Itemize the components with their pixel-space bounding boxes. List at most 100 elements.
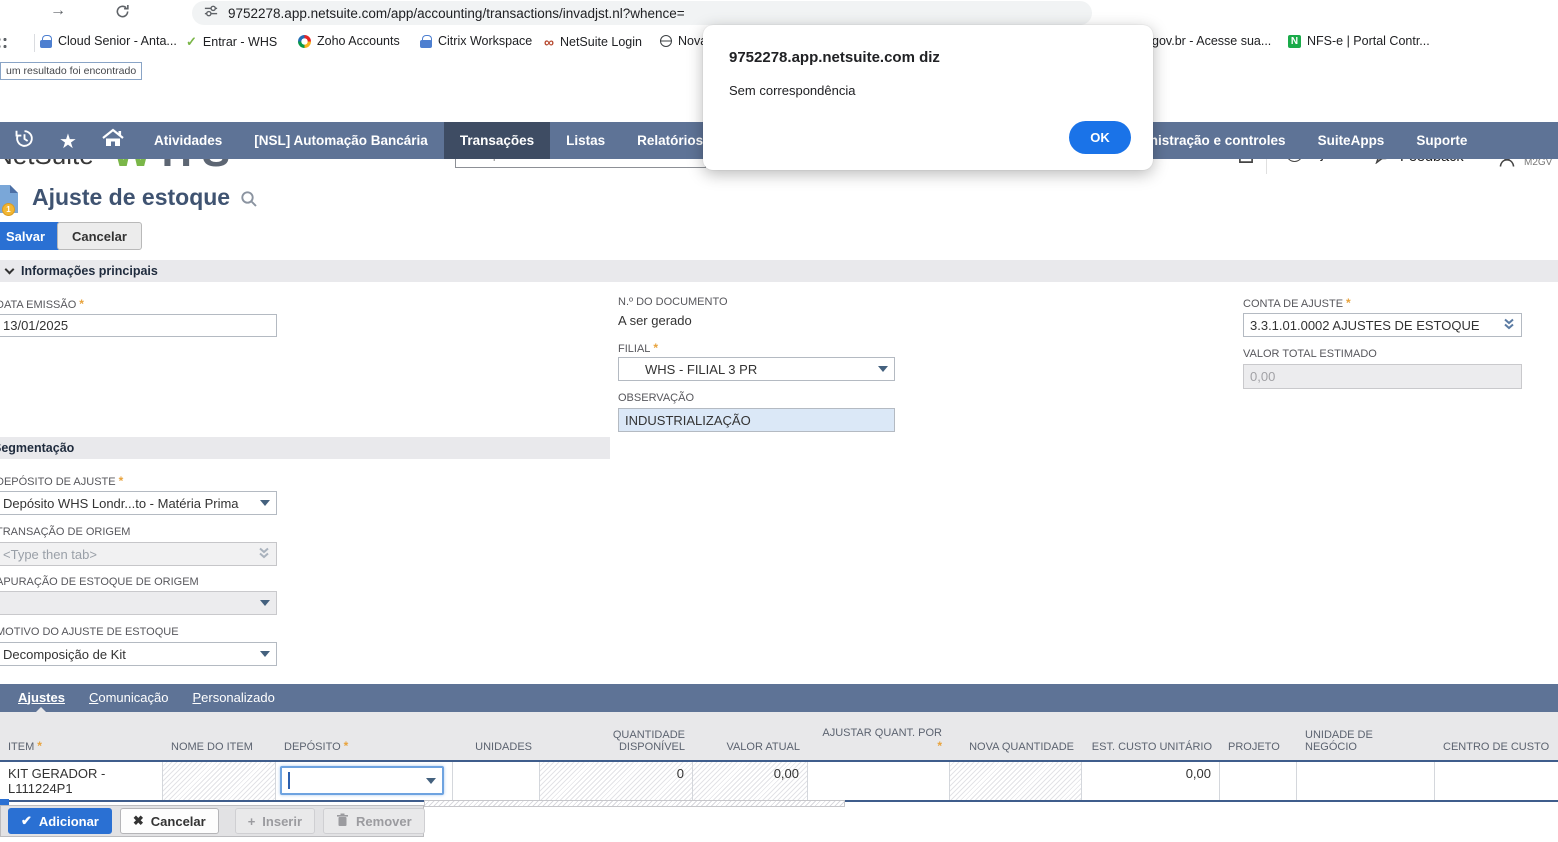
cell-ajustar-quant-por[interactable] [808, 762, 950, 800]
insert-line-button[interactable]: + Inserir [235, 808, 315, 834]
col-nova-quantidade: NOVA QUANTIDADE [950, 712, 1082, 760]
bookmark-nova[interactable]: Nova [660, 34, 707, 48]
tab-ajustes[interactable]: Ajustes [6, 684, 77, 712]
page-title: Ajuste de estoque [32, 184, 230, 211]
deposito-ajuste-select[interactable]: Depósito WHS Londr...to - Matéria Prima [0, 491, 277, 515]
divider [34, 34, 35, 52]
sublist-scroll-strip[interactable] [424, 800, 845, 807]
cell-deposito [276, 762, 453, 800]
cell-est-custo-unitario[interactable]: 0,00 [1082, 762, 1220, 800]
favorites-star-icon[interactable]: ★ [59, 129, 77, 153]
motivo-select[interactable]: Decomposição de Kit [0, 642, 277, 666]
col-deposito: DEPÓSITO* [276, 712, 453, 760]
apps-grid-icon[interactable] [0, 36, 8, 50]
data-emissao-field[interactable] [0, 314, 277, 337]
dialog-ok-button[interactable]: OK [1069, 121, 1131, 154]
add-line-button[interactable]: ✔ Adicionar [8, 808, 112, 834]
save-button[interactable]: Salvar [0, 222, 61, 250]
deposito-ajuste-label: DEPÓSITO DE AJUSTE* [0, 474, 123, 488]
site-info-icon[interactable] [204, 4, 218, 23]
title-badge: 1 [2, 203, 15, 216]
cell-valor-atual: 0,00 [693, 762, 808, 800]
cell-quantidade-disponivel: 0 [540, 762, 693, 800]
bookmark-label: Citrix Workspace [438, 34, 532, 48]
observacao-field[interactable] [618, 408, 895, 432]
section-title: Segmentação [0, 441, 74, 455]
trash-icon [336, 813, 349, 830]
bookmark-gov-br[interactable]: gov.br - Acesse sua... [1152, 34, 1271, 48]
col-valor-atual: VALOR ATUAL [693, 712, 808, 760]
bookmark-zoho[interactable]: Zoho Accounts [298, 34, 400, 48]
x-icon: ✖ [133, 813, 144, 829]
apuracao-origem-label: APURAÇÃO DE ESTOQUE DE ORIGEM [0, 576, 199, 588]
nav-suporte[interactable]: Suporte [1400, 122, 1483, 159]
row-actions-bar: ✔ Adicionar ✖ Cancelar + Inserir Remover [0, 805, 424, 837]
bookmark-label: NetSuite Login [560, 35, 642, 49]
cell-centro-de-custo[interactable] [1435, 762, 1558, 800]
nav-listas[interactable]: Listas [550, 122, 621, 159]
conta-ajuste-value: 3.3.1.01.0002 AJUSTES DE ESTOQUE [1250, 318, 1480, 333]
conta-ajuste-combo[interactable]: 3.3.1.01.0002 AJUSTES DE ESTOQUE [1243, 313, 1522, 337]
dialog-title: 9752278.app.netsuite.com diz [729, 49, 940, 66]
cell-unidade-de-negocio[interactable] [1297, 762, 1435, 800]
table-header: ITEM* NOME DO ITEM DEPÓSITO* UNIDADES QU… [0, 712, 1558, 760]
transacao-origem-combo[interactable]: <Type then tab> [0, 542, 277, 566]
filial-select[interactable]: WHS - FILIAL 3 PR [618, 357, 895, 381]
nav-nsl-automacao[interactable]: [NSL] Automação Bancária [238, 122, 444, 159]
nav-suiteapps[interactable]: SuiteApps [1302, 122, 1401, 159]
nav-atividades[interactable]: Atividades [138, 122, 238, 159]
history-icon[interactable] [14, 128, 35, 154]
cell-item[interactable]: KIT GERADOR - L111224P1 [0, 762, 163, 800]
chevron-down-icon [5, 265, 15, 275]
filial-value: WHS - FILIAL 3 PR [625, 362, 757, 377]
section-informacoes-principais[interactable]: Informações principais [0, 260, 1558, 282]
bookmark-nfse[interactable]: N NFS-e | Portal Contr... [1288, 34, 1430, 48]
nav-transacoes[interactable]: Transações [444, 122, 550, 159]
cancel-button[interactable]: Cancelar [57, 222, 142, 250]
col-nome-do-item: NOME DO ITEM [163, 712, 276, 760]
cell-nova-quantidade [950, 762, 1082, 800]
address-bar[interactable]: 9752278.app.netsuite.com/app/accounting/… [192, 1, 1092, 25]
cell-unidades[interactable] [453, 762, 540, 800]
reload-icon[interactable] [115, 4, 130, 24]
col-projeto: PROJETO [1220, 712, 1297, 760]
bookmark-cloud-senior[interactable]: Cloud Senior - Anta... [40, 34, 177, 48]
deposito-cell-input[interactable] [280, 766, 444, 795]
bookmark-netsuite-login[interactable]: ∞ NetSuite Login [544, 34, 642, 50]
browser-alert-dialog: 9752278.app.netsuite.com diz Sem corresp… [703, 25, 1153, 170]
title-search-icon[interactable] [240, 190, 258, 213]
cancel-line-label: Cancelar [151, 814, 206, 829]
tab-personalizado[interactable]: Personalizado [180, 684, 286, 712]
remove-line-button[interactable]: Remover [323, 808, 425, 834]
section-segmentacao[interactable]: Segmentação [0, 437, 610, 459]
add-line-label: Adicionar [39, 814, 99, 829]
dropdown-arrow-icon [260, 600, 270, 606]
bookmark-label: gov.br - Acesse sua... [1152, 34, 1271, 48]
bookmark-citrix[interactable]: Citrix Workspace [420, 34, 532, 48]
documento-value: A ser gerado [618, 313, 692, 328]
home-icon[interactable] [101, 128, 125, 153]
app-root: → 9752278.app.netsuite.com/app/accountin… [0, 0, 1558, 842]
cell-projeto[interactable] [1220, 762, 1297, 800]
lock-icon [420, 35, 432, 48]
lock-icon [40, 35, 52, 48]
zoho-icon [298, 35, 311, 48]
motivo-label: MOTIVO DO AJUSTE DE ESTOQUE [0, 626, 179, 638]
col-unidade-de-negocio: UNIDADE DE NEGÓCIO [1297, 712, 1435, 760]
col-centro-de-custo: CENTRO DE CUSTO [1435, 712, 1558, 760]
dropdown-arrow-icon [426, 778, 436, 784]
col-item: ITEM* [0, 712, 163, 760]
forward-icon[interactable]: → [50, 2, 66, 20]
cancel-line-button[interactable]: ✖ Cancelar [120, 808, 219, 834]
tab-comunicacao[interactable]: Comunicação [77, 684, 181, 712]
double-chevron-icon [1503, 317, 1515, 334]
section-title: Informações principais [21, 264, 158, 278]
sublist-tabs: Ajustes Comunicação Personalizado [0, 684, 1558, 712]
col-unidades: UNIDADES [453, 712, 540, 760]
remove-line-label: Remover [356, 814, 412, 829]
plus-icon: + [248, 814, 256, 829]
bookmark-entrar-whs[interactable]: ✓ Entrar - WHS [186, 34, 277, 50]
transacao-origem-label: TRANSAÇÃO DE ORIGEM [0, 526, 130, 538]
infinity-icon: ∞ [544, 34, 554, 50]
apuracao-origem-select[interactable] [0, 591, 277, 615]
